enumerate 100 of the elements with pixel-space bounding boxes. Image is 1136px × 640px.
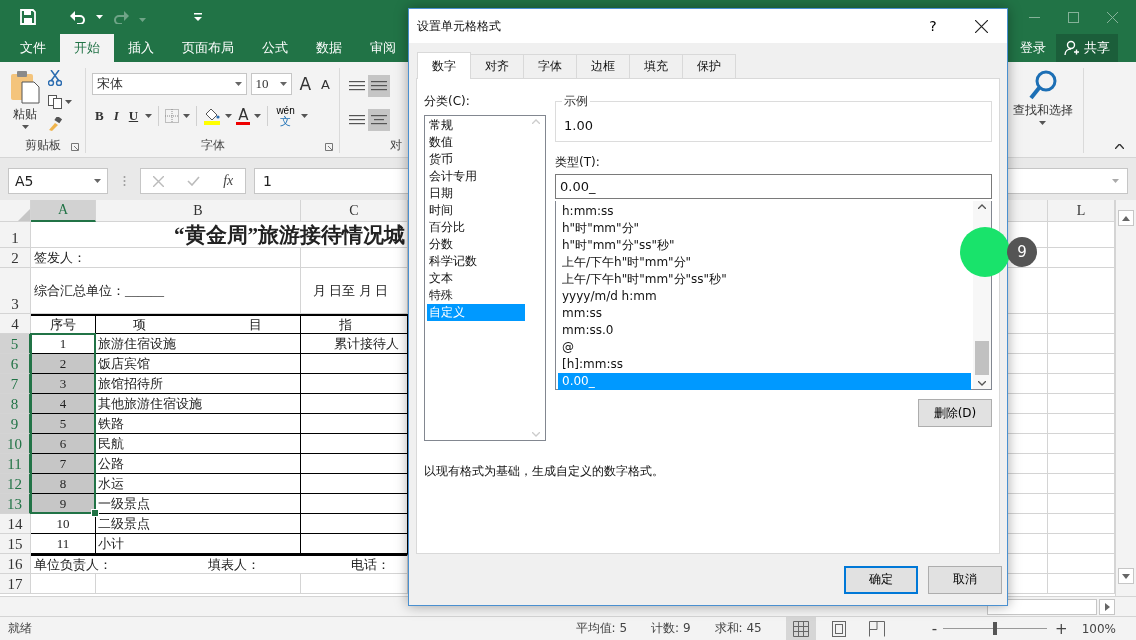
dialog-tab[interactable]: 保护 — [682, 54, 736, 78]
column-header[interactable]: C — [301, 200, 408, 222]
row-header[interactable]: 5 — [0, 334, 31, 354]
row-header[interactable]: 4 — [0, 314, 31, 334]
fill-handle[interactable] — [91, 509, 99, 517]
scroll-down-icon[interactable] — [978, 381, 986, 386]
column-header[interactable]: L — [1048, 200, 1115, 222]
caret-icon[interactable] — [300, 114, 308, 118]
list-item[interactable]: 特殊 — [427, 287, 453, 304]
scroll-up-icon[interactable] — [978, 204, 986, 209]
align-center-icon[interactable] — [368, 109, 390, 131]
caret-icon[interactable] — [145, 114, 153, 118]
zoom-out-button[interactable]: - — [931, 619, 938, 638]
row-header[interactable]: 12 — [0, 474, 31, 494]
row-header[interactable]: 2 — [0, 248, 31, 268]
view-button[interactable] — [785, 617, 816, 640]
ribbon-tab[interactable]: 公式 — [248, 34, 302, 62]
scrollbar-thumb[interactable] — [975, 341, 989, 375]
list-item[interactable]: h"时"mm"分"ss"秒" — [558, 237, 675, 254]
format-painter-icon[interactable] — [48, 117, 62, 131]
delete-button[interactable]: 删除(D) — [918, 399, 992, 427]
row-header[interactable]: 6 — [0, 354, 31, 374]
collapse-ribbon-icon[interactable] — [1115, 144, 1124, 149]
list-item[interactable]: h:mm:ss — [558, 203, 614, 220]
ribbon-tab[interactable]: 页面布局 — [168, 34, 248, 62]
scrollbar-thumb[interactable] — [987, 598, 1097, 615]
list-item[interactable]: 分数 — [427, 236, 453, 253]
type-field[interactable]: 0.00_ — [555, 174, 992, 199]
row-header[interactable]: 9 — [0, 414, 31, 434]
ribbon-tab[interactable]: 审阅 — [356, 34, 410, 62]
ribbon-tab[interactable]: 数据 — [302, 34, 356, 62]
list-item[interactable]: 日期 — [427, 185, 453, 202]
ribbon-tab[interactable]: 开始 — [60, 34, 114, 62]
column-header[interactable]: A — [31, 200, 96, 222]
find-select-button[interactable]: 查找和选择 — [1008, 68, 1077, 127]
bold-button[interactable]: B — [92, 108, 107, 124]
list-item[interactable]: 常规 — [427, 117, 453, 134]
paste-button[interactable]: 粘贴 — [6, 68, 44, 137]
caret-icon[interactable] — [65, 99, 72, 104]
row-header[interactable]: 15 — [0, 534, 31, 554]
underline-button[interactable]: U — [125, 108, 142, 124]
ribbon-tab[interactable]: 插入 — [114, 34, 168, 62]
phonetic-guide-button[interactable]: wén 文 — [274, 106, 297, 126]
scroll-right-icon[interactable] — [1099, 598, 1115, 615]
font-name-field[interactable]: 宋体 — [92, 73, 247, 95]
row-header[interactable]: 11 — [0, 454, 31, 474]
font-size-field[interactable]: 10 — [250, 73, 293, 95]
row-header[interactable]: 13 — [0, 494, 31, 514]
align-middle-icon[interactable] — [368, 75, 390, 97]
grow-font-button[interactable]: A — [296, 74, 315, 94]
dialog-tab[interactable]: 数字 — [417, 52, 471, 79]
name-box[interactable]: A5 — [8, 168, 108, 194]
ok-button[interactable]: 确定 — [844, 565, 918, 594]
caret-icon[interactable] — [254, 114, 262, 118]
row-header[interactable]: 1 — [0, 222, 31, 248]
insert-function-button[interactable]: fx — [223, 173, 234, 189]
list-item[interactable]: @ — [558, 339, 574, 356]
dialog-launcher-icon[interactable] — [325, 143, 333, 151]
help-button[interactable]: ? — [913, 17, 953, 35]
row-header[interactable]: 17 — [0, 574, 31, 594]
list-item[interactable]: 会计专用 — [427, 168, 477, 185]
list-item[interactable]: yyyy/m/d h:mm — [558, 288, 657, 305]
dialog-launcher-icon[interactable] — [71, 143, 79, 151]
ribbon-tab[interactable]: 文件 — [6, 34, 60, 62]
list-item[interactable]: 上午/下午h"时"mm"分" — [558, 254, 692, 271]
caret-icon[interactable] — [183, 114, 191, 118]
list-item[interactable]: 百分比 — [427, 219, 465, 236]
copy-icon[interactable] — [48, 94, 62, 109]
undo-icon[interactable] — [70, 10, 86, 24]
caret-icon[interactable] — [225, 114, 233, 118]
list-item[interactable]: 数值 — [427, 134, 453, 151]
list-item[interactable]: h"时"mm"分" — [558, 220, 640, 237]
caret-icon[interactable] — [96, 15, 103, 19]
cancel-button[interactable]: 取消 — [928, 565, 1002, 594]
fill-color-icon[interactable] — [203, 107, 222, 125]
zoom-slider-thumb[interactable] — [993, 622, 998, 635]
list-item[interactable]: 货币 — [427, 151, 453, 168]
category-list[interactable]: 常规 数值 货币 会计专用 日期 时间 百分比 分数 科学记数 文本 特殊 自定义 — [424, 115, 546, 441]
font-color-button[interactable]: A — [236, 107, 251, 125]
share-button[interactable]: 共享 — [1056, 34, 1118, 62]
list-item[interactable]: 上午/下午h"时"mm"分"ss"秒" — [558, 271, 727, 288]
shrink-font-button[interactable]: A — [318, 76, 333, 92]
list-item[interactable]: [h]:mm:ss — [558, 356, 623, 373]
row-header[interactable]: 16 — [0, 554, 31, 574]
save-icon[interactable] — [20, 9, 36, 25]
row-header[interactable]: 14 — [0, 514, 31, 534]
italic-button[interactable]: I — [110, 108, 122, 124]
row-header[interactable]: 8 — [0, 394, 31, 414]
row-header[interactable]: 10 — [0, 434, 31, 454]
customize-toolbar-icon[interactable] — [194, 13, 202, 21]
column-header[interactable]: B — [96, 200, 301, 222]
list-item[interactable]: 科学记数 — [427, 253, 477, 270]
row-header[interactable]: 3 — [0, 268, 31, 314]
row-header[interactable]: 7 — [0, 374, 31, 394]
list-item[interactable]: mm:ss.0 — [558, 322, 614, 339]
scissors-icon[interactable] — [48, 70, 62, 86]
list-item[interactable]: 文本 — [427, 270, 453, 287]
zoom-in-button[interactable]: + — [1055, 619, 1068, 638]
list-item[interactable]: 时间 — [427, 202, 453, 219]
sign-in-link[interactable]: 登录 — [1020, 34, 1046, 62]
